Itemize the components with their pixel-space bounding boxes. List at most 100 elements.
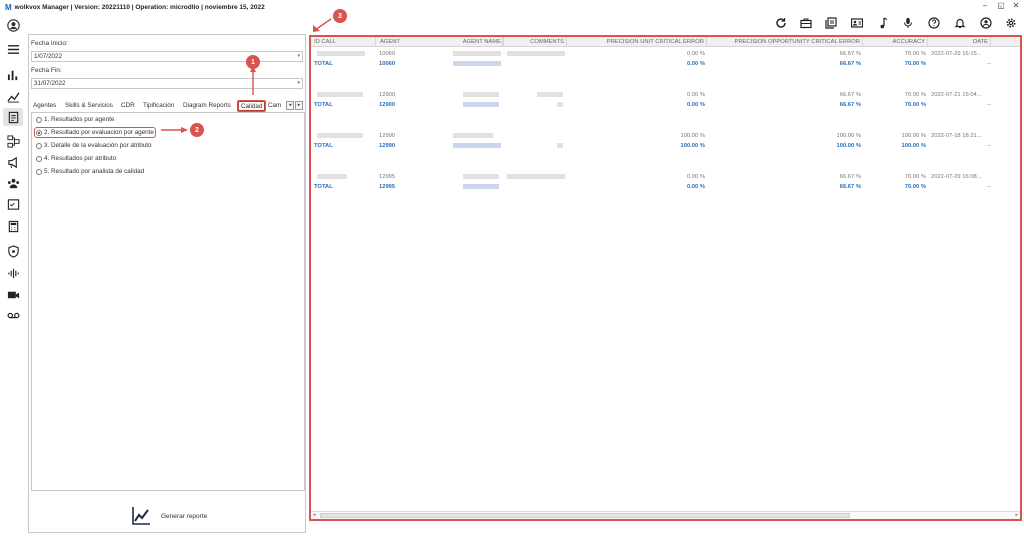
voicemail-icon[interactable]	[6, 308, 20, 322]
column-header-agent-name[interactable]: AGENT NAME	[438, 37, 504, 47]
redacted-comment	[557, 143, 563, 148]
refresh-icon[interactable]	[774, 15, 788, 31]
calidad-tab-content: 1. Resultados por agente 2. Resultado po…	[31, 112, 305, 491]
radio-option-1[interactable]: 1. Resultados por agente	[36, 116, 114, 123]
microphone-icon[interactable]	[901, 15, 915, 31]
column-header-precision-unit[interactable]: PRECISION UNIT CRITICAL ERROR	[567, 37, 707, 47]
column-header-precision-opportunity[interactable]: PRECISION OPPORTUNITY CRITICAL ERROR	[707, 37, 863, 47]
scrollbar-thumb[interactable]	[320, 513, 850, 518]
radio-button[interactable]	[36, 129, 42, 136]
redacted-name	[453, 143, 501, 148]
group-icon[interactable]	[6, 176, 20, 190]
briefcase-icon[interactable]	[799, 15, 813, 31]
contact-card-icon[interactable]	[850, 15, 864, 31]
horizontal-scrollbar[interactable]: ◂ ▸	[311, 511, 1020, 519]
end-date-picker[interactable]: 31/07/2022 ▾	[31, 78, 303, 89]
redacted-id	[317, 174, 347, 179]
redacted-name	[453, 133, 493, 138]
chevron-down-icon: ▾	[297, 80, 300, 86]
line-chart-icon[interactable]	[6, 89, 20, 103]
radio-button[interactable]	[36, 155, 42, 162]
tab-prev-button[interactable]: ◂	[286, 101, 294, 110]
radio-button[interactable]	[36, 142, 42, 149]
generate-report-button[interactable]: Generar reporte	[131, 506, 207, 526]
video-call-icon[interactable]	[6, 287, 20, 301]
start-date-picker[interactable]: 1/07/2022 ▾	[31, 51, 303, 62]
redacted-id	[317, 51, 365, 56]
scroll-right-arrow[interactable]: ▸	[1015, 512, 1018, 518]
cell-total-label: TOTAL	[314, 143, 333, 149]
library-icon[interactable]	[824, 15, 838, 31]
radio-option-4[interactable]: 4. Resultados por atributo	[36, 155, 116, 162]
cell-date: 2022-07-21 15:04...	[931, 92, 982, 98]
generate-report-label: Generar reporte	[161, 512, 208, 520]
menu-icon[interactable]	[6, 42, 20, 56]
cell-agent: 12900	[379, 92, 396, 98]
user-circle-icon[interactable]	[979, 15, 993, 31]
minimize-button[interactable]: –	[979, 1, 991, 10]
settings-icon[interactable]	[1004, 15, 1018, 31]
redacted-name	[463, 184, 499, 189]
megaphone-icon[interactable]	[6, 155, 20, 169]
radio-button[interactable]	[36, 116, 42, 123]
report-icon[interactable]	[3, 108, 23, 126]
cell-total-precision-opportunity: 100.00 %	[836, 143, 862, 149]
cell-precision-unit: 0.00 %	[686, 92, 705, 98]
tab-cdr[interactable]: CDR	[121, 101, 135, 111]
user-icon[interactable]	[5, 17, 21, 33]
cell-accuracy: 100.00 %	[901, 133, 927, 139]
scroll-left-arrow[interactable]: ◂	[313, 512, 316, 518]
radio-label: 1. Resultados por agente	[44, 116, 115, 123]
redacted-id	[317, 133, 363, 138]
checklist-icon[interactable]	[6, 197, 20, 211]
tab-agentes[interactable]: Agentes	[33, 101, 56, 111]
help-icon[interactable]	[927, 15, 941, 31]
cell-total-label: TOTAL	[314, 102, 333, 108]
column-header-id-call[interactable]: ID CALL	[311, 37, 376, 47]
cell-total-accuracy: 70.00 %	[904, 184, 926, 190]
tab-diagram-reports[interactable]: Diagram Reports	[183, 101, 231, 111]
restore-button[interactable]: ◱	[995, 1, 1007, 10]
cell-agent: 10060	[379, 51, 396, 57]
cell-total-precision-unit: 0.00 %	[686, 61, 705, 67]
start-date-value: 1/07/2022	[34, 53, 63, 60]
bell-icon[interactable]	[953, 15, 967, 31]
cell-precision-unit: 100.00 %	[680, 133, 706, 139]
cell-accuracy: 70.00 %	[904, 51, 926, 57]
radio-option-5[interactable]: 5. Resultado por analista de calidad	[36, 168, 144, 175]
tab-cam[interactable]: Cam	[268, 101, 284, 111]
callout-3: 3	[333, 9, 347, 23]
cell-total-precision-opportunity: 66.67 %	[839, 102, 861, 108]
start-date-label: Fecha Inicio:	[31, 40, 68, 47]
radio-label: 5. Resultado por analista de calidad	[44, 168, 145, 175]
tab-skills-servicios[interactable]: Skills & Servicios	[65, 101, 113, 111]
column-header-comments[interactable]: COMMENTS	[504, 37, 567, 47]
cell-total-precision-unit: 100.00 %	[680, 143, 706, 149]
chevron-down-icon: ▾	[297, 53, 300, 59]
column-header-accuracy[interactable]: ACCURACY	[863, 37, 928, 47]
cell-total-date: --	[987, 61, 991, 67]
cell-total-agent: 12900	[379, 102, 396, 108]
shield-icon[interactable]	[6, 244, 20, 258]
tab-calidad[interactable]: Calidad	[236, 100, 267, 112]
sidebar	[0, 14, 26, 537]
column-header-date[interactable]: DATE	[928, 37, 991, 47]
redacted-comment	[557, 102, 563, 107]
music-note-icon[interactable]	[876, 15, 890, 31]
end-date-label: Fecha Fin:	[31, 67, 62, 74]
cell-total-precision-opportunity: 66.67 %	[839, 184, 861, 190]
close-button[interactable]: ✕	[1010, 1, 1022, 10]
radio-button[interactable]	[36, 168, 42, 175]
audio-wave-icon[interactable]	[6, 266, 20, 280]
cell-date: 2022-07-29 16:08...	[931, 174, 982, 180]
redacted-comment	[507, 51, 565, 56]
radio-option-2[interactable]: 2. Resultado por evaluacion por agente	[34, 127, 156, 138]
bar-chart-icon[interactable]	[6, 67, 20, 81]
cell-date: 2022-07-18 18:31...	[931, 133, 982, 139]
tab-next-button[interactable]: ▸	[295, 101, 303, 110]
tab-tipificacion[interactable]: Tipificación	[143, 101, 174, 111]
flow-icon[interactable]	[6, 134, 20, 148]
cell-total-accuracy: 100.00 %	[901, 143, 927, 149]
radio-option-3[interactable]: 3. Detalle de la evaluación por atributo	[36, 142, 151, 149]
calculator-icon[interactable]	[6, 219, 20, 233]
